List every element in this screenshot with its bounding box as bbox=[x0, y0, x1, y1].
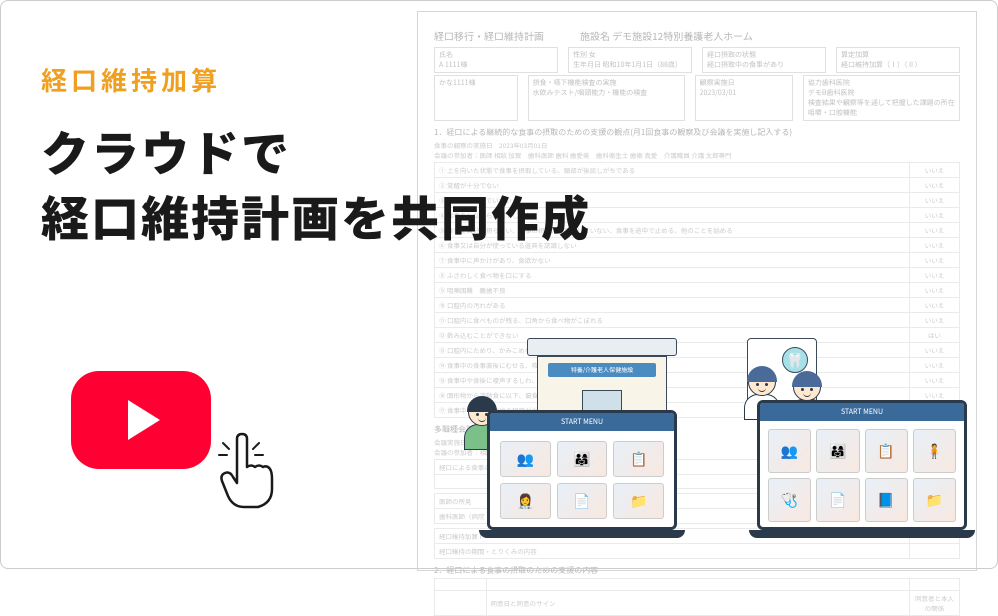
app-tile: 📋 bbox=[865, 429, 908, 473]
app-tile: 📁 bbox=[613, 483, 664, 519]
laptop-toolbar: START MENU bbox=[490, 413, 674, 431]
subtitle: 経口維持加算 bbox=[41, 61, 957, 98]
play-icon bbox=[128, 400, 160, 440]
youtube-play-button[interactable] bbox=[71, 371, 211, 469]
app-tile: 📘 bbox=[865, 478, 908, 522]
app-tile: 🩺 bbox=[768, 478, 811, 522]
app-tile: 👩‍⚕️ bbox=[500, 483, 551, 519]
app-tile: 👥 bbox=[500, 441, 551, 477]
app-tile: 📋 bbox=[613, 441, 664, 477]
pointer-hand-icon bbox=[211, 431, 281, 511]
app-tile: 🧍 bbox=[913, 429, 956, 473]
app-tile: 📄 bbox=[816, 478, 859, 522]
building-sign: 特養/介護老人保健施設 bbox=[548, 363, 656, 377]
laptop-toolbar: START MENU bbox=[760, 403, 964, 421]
doc-title: 経口移行・経口維持計画 bbox=[434, 28, 544, 43]
app-tile: 👨‍👩‍👧 bbox=[816, 429, 859, 473]
title-line-2: 経口維持計画を共同作成 bbox=[41, 183, 957, 248]
laptop-left: START MENU 👥 👨‍👩‍👧 📋 👩‍⚕️ 📄 📁 bbox=[487, 410, 677, 538]
app-tile: 👨‍👩‍👧 bbox=[557, 441, 608, 477]
title-line-1: クラウドで bbox=[41, 118, 957, 183]
app-tile: 👥 bbox=[768, 429, 811, 473]
play-section bbox=[71, 371, 211, 469]
banner-container: 経口移行・経口維持計画 施設名 デモ施設12特別養護老人ホーム 氏名A 1111… bbox=[1, 1, 997, 568]
laptop-right: START MENU 👥 👨‍👩‍👧 📋 🧍 🩺 📄 📘 📁 bbox=[757, 400, 967, 538]
illustration-layer: 特養/介護老人保健施設 🦷 START MENU bbox=[427, 338, 967, 538]
app-tile: 📄 bbox=[557, 483, 608, 519]
app-tile: 📁 bbox=[913, 478, 956, 522]
